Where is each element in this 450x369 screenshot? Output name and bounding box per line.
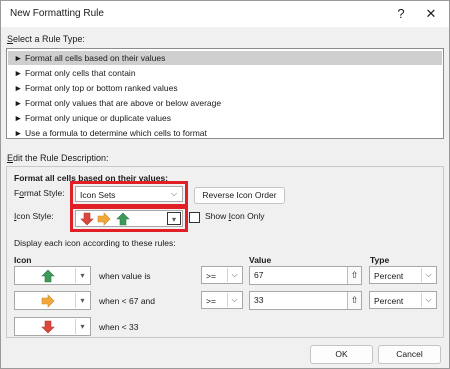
- chevron-down-icon: ▾: [75, 319, 89, 334]
- chevron-down-icon: ⌵: [421, 268, 435, 282]
- rule-1-condition: when value is: [99, 271, 151, 281]
- icon-style-select[interactable]: ▾: [75, 210, 183, 227]
- red-down-arrow-icon: [41, 320, 55, 334]
- yellow-right-arrow-icon: [41, 294, 55, 308]
- rule-2-value-input[interactable]: 33 ⇧: [249, 291, 362, 310]
- yellow-right-arrow-icon: [97, 212, 111, 226]
- title-bar: New Formatting Rule ? ✕: [1, 1, 449, 27]
- rule-2-type-select[interactable]: Percent ⌵: [369, 291, 437, 309]
- rule-2-icon-select[interactable]: ▾: [14, 291, 91, 310]
- rule-1-type-select[interactable]: Percent ⌵: [369, 266, 437, 284]
- format-style-select[interactable]: Icon Sets ⌵: [75, 186, 183, 202]
- help-button[interactable]: ?: [388, 3, 414, 25]
- chevron-down-icon: ⌵: [227, 268, 241, 282]
- arrow-right-icon: ►: [14, 113, 23, 123]
- format-style-value: Icon Sets: [80, 190, 116, 200]
- rule-1-value-input[interactable]: 67 ⇧: [249, 266, 362, 285]
- column-header-type: Type: [370, 255, 390, 265]
- rule-type-item-cells-contain[interactable]: ► Format only cells that contain: [8, 66, 442, 80]
- chevron-down-icon: ⌵: [227, 293, 241, 307]
- arrow-right-icon: ►: [14, 98, 23, 108]
- range-select-icon[interactable]: ⇧: [347, 292, 361, 309]
- column-header-value: Value: [249, 255, 272, 265]
- rule-type-item-formula[interactable]: ► Use a formula to determine which cells …: [8, 126, 442, 140]
- range-select-icon[interactable]: ⇧: [347, 267, 361, 284]
- icon-style-label: Icon Style:: [14, 211, 54, 221]
- green-up-arrow-icon: [116, 212, 130, 226]
- rule-3-condition: when < 33: [99, 322, 139, 332]
- rule-type-item-above-below-average[interactable]: ► Format only values that are above or be…: [8, 96, 442, 110]
- format-style-label: Format Style:: [14, 188, 65, 198]
- arrow-right-icon: ►: [14, 53, 23, 63]
- rule-2-condition: when < 67 and: [99, 296, 156, 306]
- close-button[interactable]: ✕: [418, 3, 444, 25]
- display-instructions: Display each icon according to these rul…: [14, 238, 176, 248]
- rule-type-item-top-bottom[interactable]: ► Format only top or bottom ranked values: [8, 81, 442, 95]
- rule-type-list[interactable]: ► Format all cells based on their values …: [6, 48, 444, 139]
- show-icon-only-label: Show Icon Only: [205, 211, 265, 221]
- chevron-down-icon: ⌵: [170, 189, 178, 198]
- green-up-arrow-icon: [41, 269, 55, 283]
- chevron-down-icon: ▾: [75, 293, 89, 308]
- chevron-down-icon: ▾: [75, 268, 89, 283]
- rule-type-item-unique-duplicate[interactable]: ► Format only unique or duplicate values: [8, 111, 442, 125]
- reverse-icon-order-button[interactable]: Reverse Icon Order: [194, 187, 285, 204]
- rule-2-operator-select[interactable]: >= ⌵: [201, 291, 243, 309]
- show-icon-only-checkbox[interactable]: [189, 212, 200, 223]
- arrow-right-icon: ►: [14, 128, 23, 138]
- rule-1-icon-select[interactable]: ▾: [14, 266, 91, 285]
- red-down-arrow-icon: [80, 212, 94, 226]
- rule-type-label: Select a Rule Type:: [7, 34, 85, 44]
- chevron-down-icon: ⌵: [421, 293, 435, 307]
- rule-description-label: Edit the Rule Description:: [7, 153, 109, 163]
- three-arrows-icon-set: [80, 212, 130, 226]
- rule-1-operator-select[interactable]: >= ⌵: [201, 266, 243, 284]
- new-formatting-rule-dialog: New Formatting Rule ? ✕ Select a Rule Ty…: [0, 0, 450, 369]
- dialog-title: New Formatting Rule: [10, 8, 104, 19]
- ok-button[interactable]: OK: [310, 345, 373, 364]
- cancel-button[interactable]: Cancel: [378, 345, 441, 364]
- chevron-down-icon: ▾: [167, 212, 181, 225]
- arrow-right-icon: ►: [14, 83, 23, 93]
- rule-type-item-all-cells[interactable]: ► Format all cells based on their values: [8, 51, 442, 65]
- arrow-right-icon: ►: [14, 68, 23, 78]
- rule-3-icon-select[interactable]: ▾: [14, 317, 91, 336]
- column-header-icon: Icon: [14, 255, 32, 265]
